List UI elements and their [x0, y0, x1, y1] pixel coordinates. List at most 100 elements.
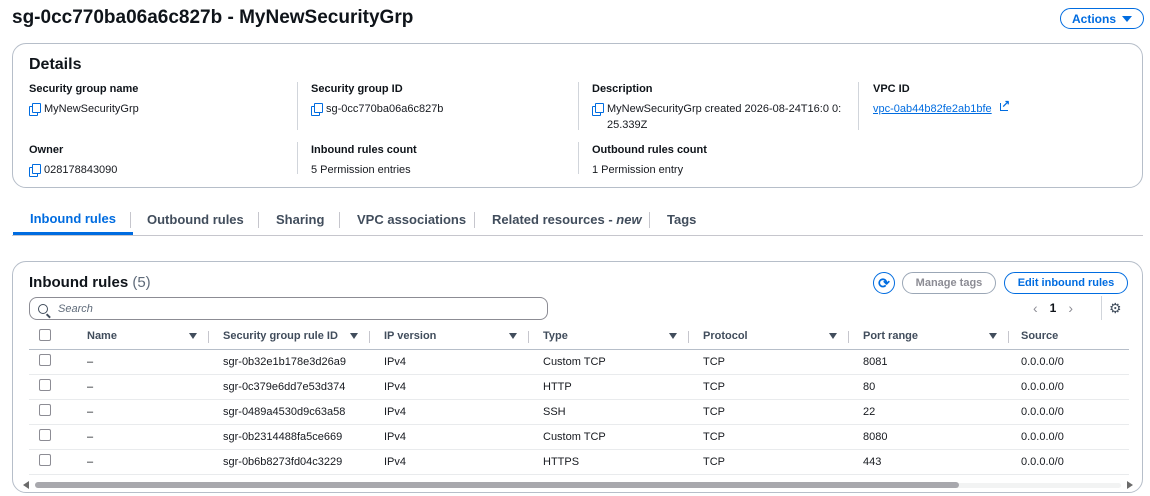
sort-icon	[829, 333, 837, 339]
tab-outbound-rules[interactable]: Outbound rules	[130, 204, 261, 235]
search-input[interactable]	[58, 302, 538, 315]
row-select-cell	[29, 399, 65, 425]
divider	[297, 82, 298, 130]
cell-name: –	[65, 424, 209, 450]
sort-icon	[989, 333, 997, 339]
refresh-icon: ⟳	[878, 274, 890, 291]
tab-vpc-associations[interactable]: VPC associations	[340, 204, 483, 235]
col-type[interactable]: Type	[529, 324, 689, 350]
prev-page-icon[interactable]: ‹	[1033, 300, 1038, 316]
cell-source: 0.0.0.0/0	[1009, 449, 1129, 475]
sort-icon	[669, 333, 677, 339]
sort-icon	[350, 333, 358, 339]
copy-icon[interactable]	[311, 103, 323, 116]
row-select-cell	[29, 349, 65, 375]
cell-source: 0.0.0.0/0	[1009, 349, 1129, 375]
table-row[interactable]: – sgr-0b6b8273fd04c3229 IPv4 HTTPS TCP 4…	[29, 449, 1129, 475]
cell-type: Custom TCP	[529, 349, 689, 375]
search-box[interactable]	[29, 297, 548, 320]
col-name-label: Name	[87, 330, 117, 343]
col-name[interactable]: Name	[65, 324, 209, 350]
scroll-left-icon[interactable]	[23, 481, 29, 489]
select-all-checkbox[interactable]	[39, 328, 51, 341]
cell-protocol: TCP	[689, 399, 849, 425]
actions-button[interactable]: Actions	[1060, 8, 1144, 29]
col-rule-id[interactable]: Security group rule ID	[209, 324, 370, 350]
inbound-rules-panel: Inbound rules (5) ⟳ Manage tags Edit inb…	[12, 261, 1143, 493]
cell-ip-version: IPv4	[370, 349, 529, 375]
field-owner: Owner 028178843090	[29, 144, 289, 178]
table-row[interactable]: – sgr-0b32e1b178e3d26a9 IPv4 Custom TCP …	[29, 349, 1129, 375]
tab-bar: Inbound rules Outbound rules Sharing VPC…	[12, 204, 1143, 236]
cell-name: –	[65, 449, 209, 475]
cell-port-range: 22	[849, 399, 1009, 425]
cell-type: Custom TCP	[529, 424, 689, 450]
row-checkbox[interactable]	[39, 354, 51, 366]
table-row[interactable]: – sgr-0b2314488fa5ce669 IPv4 Custom TCP …	[29, 424, 1129, 450]
cell-rule-id: sgr-0b32e1b178e3d26a9	[209, 349, 370, 375]
cell-ip-version: IPv4	[370, 399, 529, 425]
divider	[1101, 296, 1102, 320]
field-description: Description MyNewSecurityGrp created 202…	[592, 83, 850, 133]
row-checkbox[interactable]	[39, 404, 51, 416]
tab-related-resources[interactable]: Related resources - new	[475, 204, 659, 235]
copy-icon[interactable]	[592, 103, 604, 116]
cell-rule-id: sgr-0b6b8273fd04c3229	[209, 449, 370, 475]
caret-down-icon	[1122, 15, 1132, 22]
rules-table: Name Security group rule ID IP version T…	[29, 324, 1129, 475]
tab-tags[interactable]: Tags	[650, 204, 713, 235]
cell-protocol: TCP	[689, 374, 849, 400]
cell-rule-id: sgr-0c379e6dd7e53d374	[209, 374, 370, 400]
page-number[interactable]: 1	[1050, 301, 1057, 315]
table-row[interactable]: – sgr-0489a4530d9c63a58 IPv4 SSH TCP 22 …	[29, 399, 1129, 425]
col-protocol-label: Protocol	[703, 330, 748, 343]
field-sg-name: Security group name MyNewSecurityGrp	[29, 83, 289, 117]
outbound-count-value: 1 Permission entry	[592, 164, 684, 176]
refresh-button[interactable]: ⟳	[873, 272, 895, 294]
description-label: Description	[592, 83, 653, 95]
col-source-label: Source	[1021, 330, 1059, 343]
cell-ip-version: IPv4	[370, 449, 529, 475]
gear-icon[interactable]: ⚙	[1109, 300, 1122, 317]
cell-name: –	[65, 399, 209, 425]
row-checkbox[interactable]	[39, 454, 51, 466]
horizontal-scrollbar[interactable]	[23, 480, 1133, 490]
cell-port-range: 443	[849, 449, 1009, 475]
scroll-thumb[interactable]	[35, 482, 959, 488]
row-checkbox[interactable]	[39, 429, 51, 441]
next-page-icon[interactable]: ›	[1068, 300, 1073, 316]
copy-icon[interactable]	[29, 103, 41, 116]
row-checkbox[interactable]	[39, 379, 51, 391]
inbound-count-label: Inbound rules count	[311, 144, 417, 156]
page-header: sg-0cc770ba06a6c827b - MyNewSecurityGrp …	[12, 6, 1144, 36]
col-ip-version[interactable]: IP version	[370, 324, 529, 350]
cell-port-range: 80	[849, 374, 1009, 400]
manage-tags-button[interactable]: Manage tags	[902, 272, 996, 294]
owner-label: Owner	[29, 144, 64, 156]
col-protocol[interactable]: Protocol	[689, 324, 849, 350]
rules-count: (5)	[132, 274, 151, 291]
cell-source: 0.0.0.0/0	[1009, 374, 1129, 400]
vpc-id-link[interactable]: vpc-0ab44b82fe2ab1bfe	[873, 101, 992, 117]
sg-id-value: sg-0cc770ba06a6c827b	[326, 103, 444, 115]
col-rule-id-label: Security group rule ID	[223, 330, 338, 343]
copy-icon[interactable]	[29, 164, 41, 177]
col-source[interactable]: Source	[1009, 324, 1129, 350]
owner-value: 028178843090	[44, 164, 118, 176]
cell-port-range: 8080	[849, 424, 1009, 450]
tab-inbound-rules[interactable]: Inbound rules	[13, 204, 133, 235]
tab-sharing[interactable]: Sharing	[259, 204, 341, 235]
col-port-range[interactable]: Port range	[849, 324, 1009, 350]
details-panel: Details Security group name MyNewSecurit…	[12, 43, 1143, 188]
tab-related-resources-label: Related resources -	[492, 212, 613, 227]
col-type-label: Type	[543, 330, 568, 343]
table-row[interactable]: – sgr-0c379e6dd7e53d374 IPv4 HTTP TCP 80…	[29, 374, 1129, 400]
scroll-right-icon[interactable]	[1127, 481, 1133, 489]
search-icon	[38, 303, 48, 314]
cell-protocol: TCP	[689, 424, 849, 450]
inbound-count-value: 5 Permission entries	[311, 164, 411, 176]
field-vpc-id: VPC ID vpc-0ab44b82fe2ab1bfe	[873, 83, 1123, 117]
cell-rule-id: sgr-0489a4530d9c63a58	[209, 399, 370, 425]
field-outbound-count: Outbound rules count 1 Permission entry	[592, 144, 850, 178]
edit-inbound-rules-button[interactable]: Edit inbound rules	[1004, 272, 1128, 294]
